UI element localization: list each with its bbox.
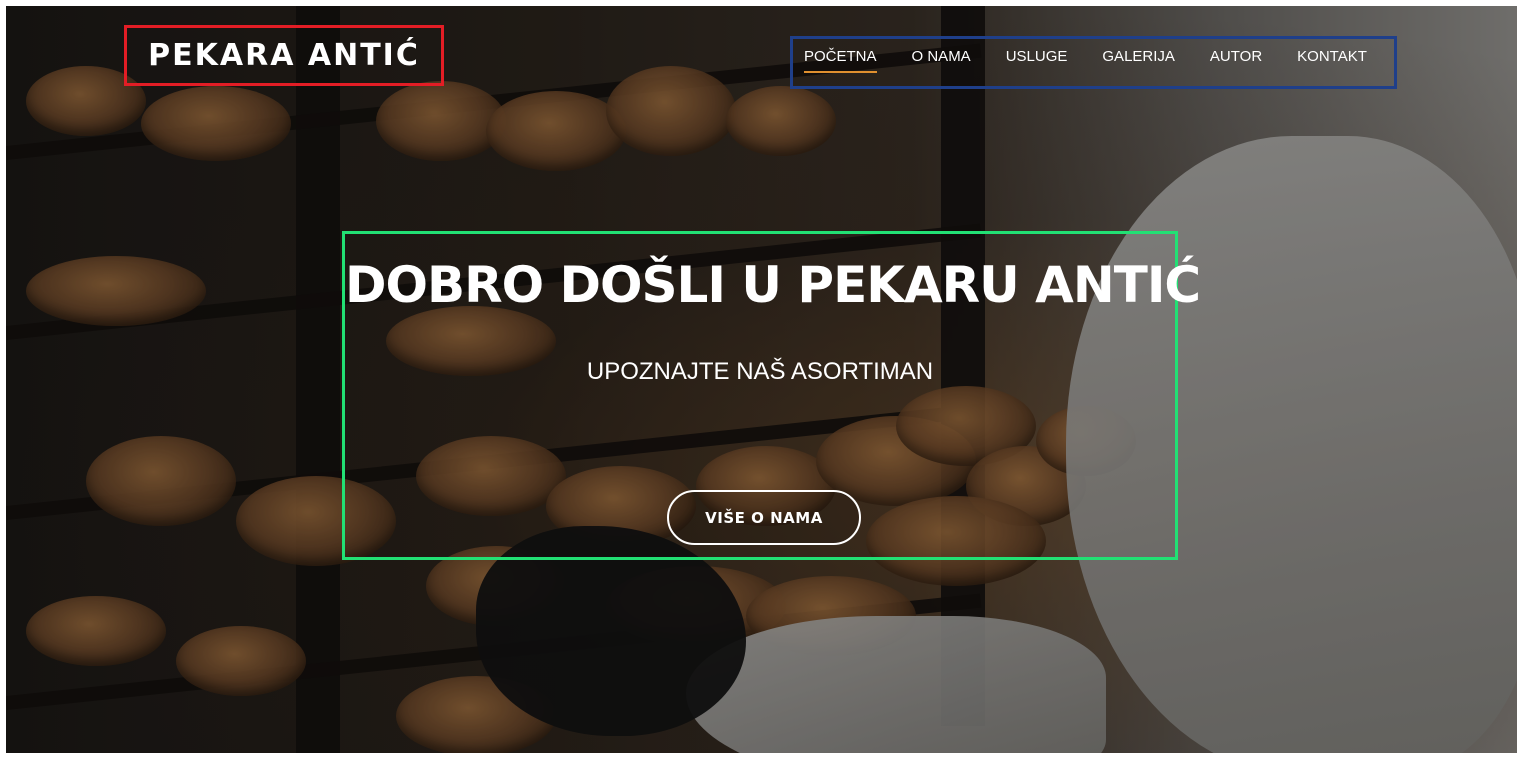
nav-item-o-nama[interactable]: O NAMA bbox=[912, 48, 971, 73]
nav-item-autor[interactable]: AUTOR bbox=[1210, 48, 1262, 73]
main-nav: POČETNA O NAMA USLUGE GALERIJA AUTOR KON… bbox=[790, 36, 1397, 89]
logo-text: PEKARA ANTIĆ bbox=[148, 38, 420, 73]
nav-item-pocetna[interactable]: POČETNA bbox=[804, 48, 877, 73]
hero-content: DOBRO DOŠLI U PEKARU ANTIĆ UPOZNAJTE NAŠ… bbox=[342, 231, 1201, 560]
logo[interactable]: PEKARA ANTIĆ bbox=[124, 25, 444, 86]
nav-item-kontakt[interactable]: KONTAKT bbox=[1297, 48, 1367, 73]
hero-subtitle: UPOZNAJTE NAŠ ASORTIMAN bbox=[586, 358, 934, 385]
more-about-us-button[interactable]: VIŠE O NAMA bbox=[667, 490, 861, 545]
hero-title: DOBRO DOŠLI U PEKARU ANTIĆ bbox=[345, 256, 1201, 314]
nav-item-galerija[interactable]: GALERIJA bbox=[1102, 48, 1175, 73]
nav-item-usluge[interactable]: USLUGE bbox=[1006, 48, 1068, 73]
